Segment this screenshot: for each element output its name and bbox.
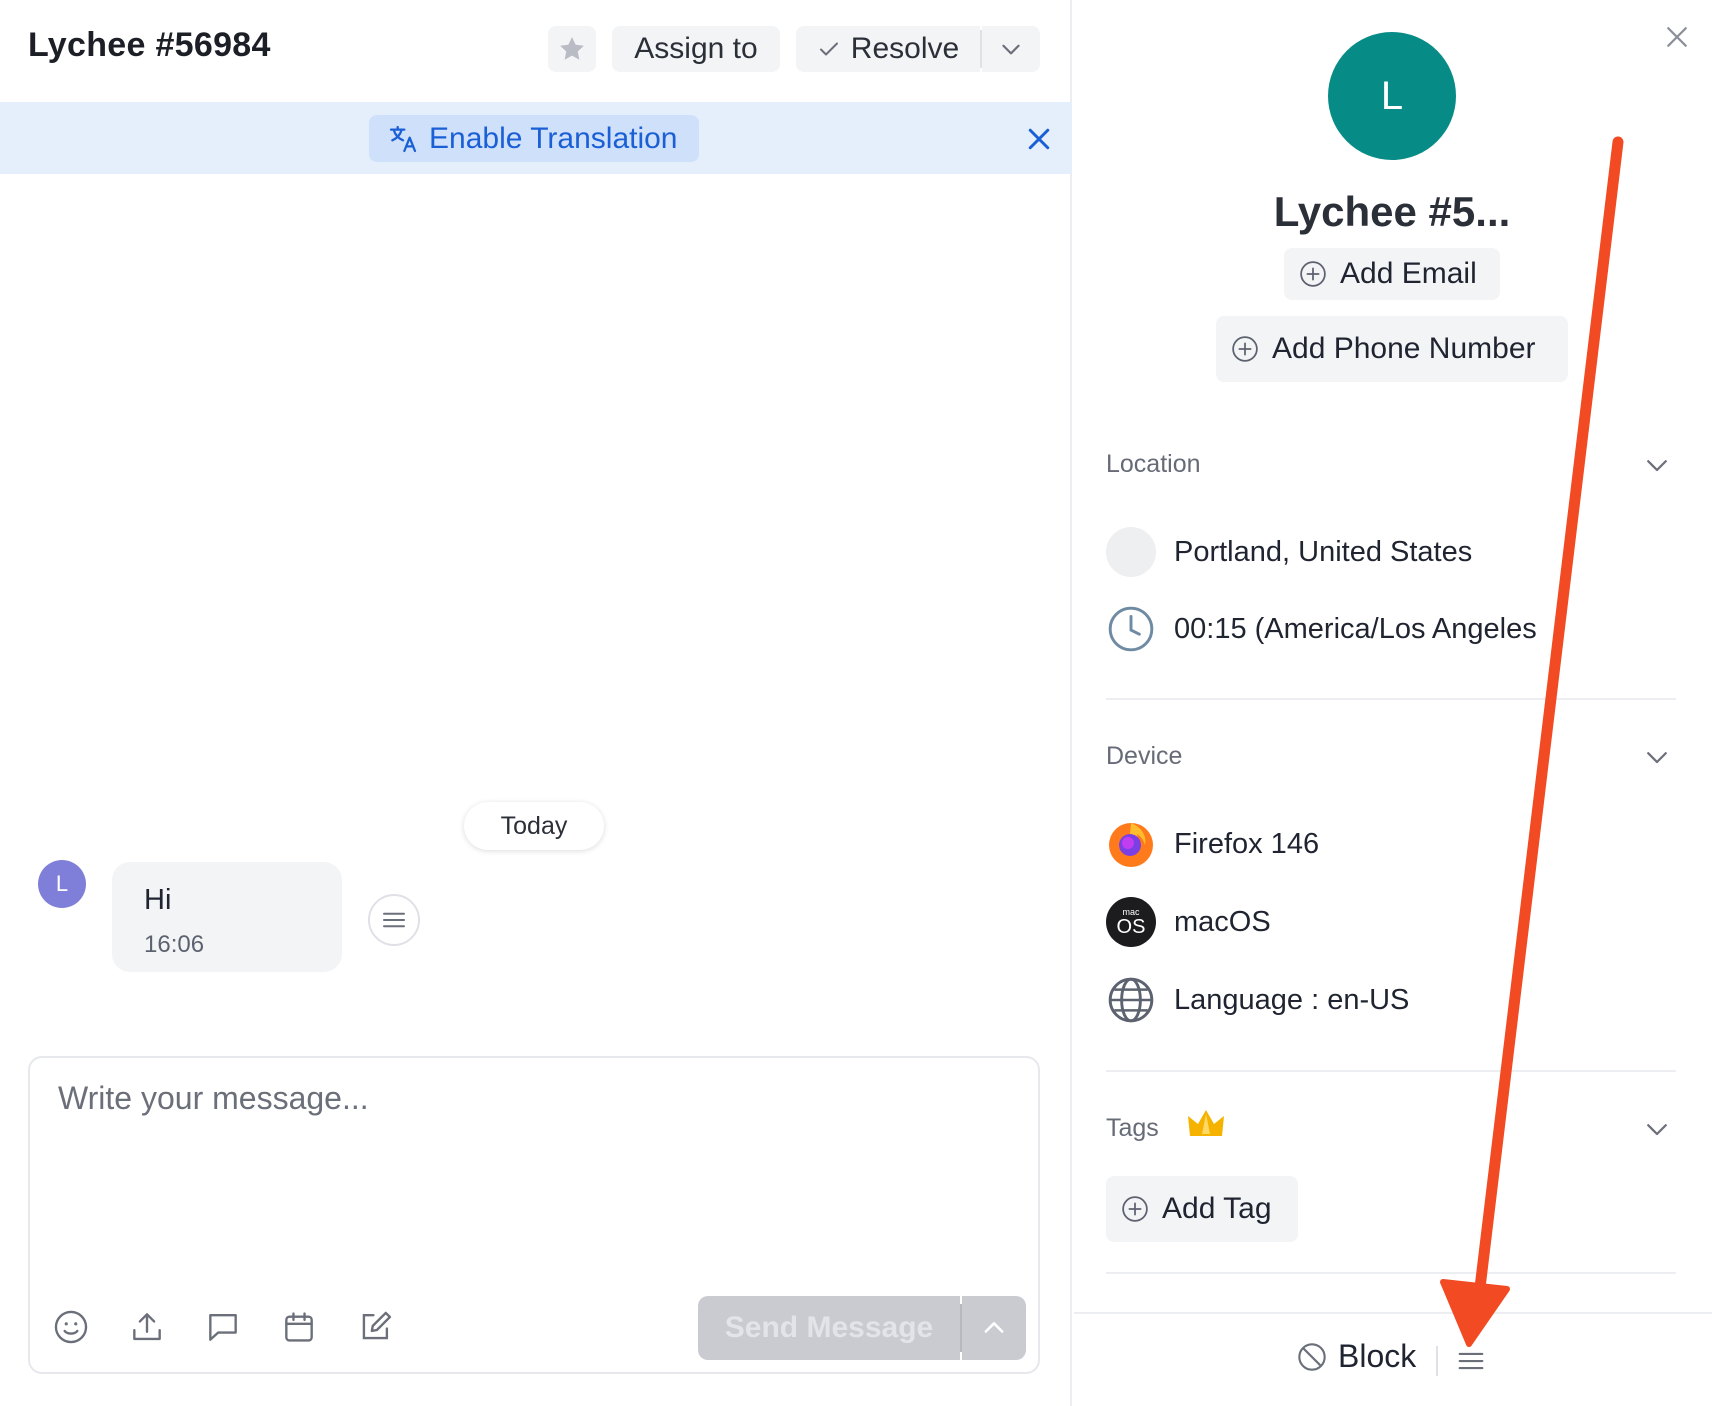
enable-translation-button[interactable]: Enable Translation [369,115,699,162]
clock-icon [1108,606,1154,652]
contact-name: Lychee #5... [1273,188,1511,235]
app-root: Lychee #56984 Assign to Resolve Enable T… [0,0,1712,1406]
send-options-button[interactable] [962,1296,1026,1360]
message-bubble: Hi 16:06 [112,862,342,972]
star-icon [560,37,584,60]
section-divider [1106,698,1676,700]
edit-icon[interactable] [356,1308,394,1346]
calendar-icon[interactable] [280,1308,318,1346]
contact-panel: L Lychee #5... Add Email Add Phone Numbe… [1074,0,1712,1406]
message-actions-button[interactable] [368,894,420,946]
resolve-label: Resolve [850,32,960,65]
location-section-title: Location [1106,450,1201,478]
macos-icon: mac OS [1106,897,1156,947]
section-divider [1106,1070,1676,1072]
device-chevron-down-icon[interactable] [1642,742,1672,772]
tags-crown-icon [1188,1110,1224,1136]
translate-icon [389,125,417,152]
menu-icon [383,912,405,928]
flag-icon [1106,527,1156,577]
message-time: 16:06 [144,931,205,958]
plus-circle-icon [1232,336,1258,362]
add-tag-label: Add Tag [1162,1192,1272,1225]
enable-translation-label: Enable Translation [429,121,678,155]
conversation-header: Lychee #56984 Assign to Resolve [0,0,1072,100]
star-button[interactable] [548,26,596,72]
globe-icon [1108,977,1154,1023]
language-row: Language : en-US [1106,975,1409,1025]
block-button[interactable]: Block [1296,1338,1416,1375]
chat-bubble-icon[interactable] [204,1308,242,1346]
check-icon [819,42,838,56]
browser-name: Firefox 146 [1174,827,1320,860]
conversation-title: Lychee #56984 [28,26,271,64]
emoji-icon[interactable] [52,1308,90,1346]
tags-section-title: Tags [1106,1114,1159,1142]
os-row: mac OS macOS [1106,897,1271,947]
section-divider [1106,1272,1676,1274]
contact-avatar: L [1328,32,1456,160]
upload-icon[interactable] [128,1308,166,1346]
chevron-down-icon [1002,44,1020,55]
resolve-button[interactable]: Resolve [796,26,980,72]
os-name: macOS [1174,905,1271,938]
close-panel-icon[interactable] [1662,22,1692,52]
add-tag-button[interactable]: Add Tag [1106,1176,1298,1242]
plus-circle-icon [1122,1196,1148,1222]
tags-chevron-down-icon[interactable] [1642,1114,1672,1144]
add-email-button[interactable]: Add Email [1284,248,1500,300]
message-avatar: L [38,860,86,908]
os-badge-bottom: OS [1116,915,1146,938]
plus-circle-icon [1300,261,1326,287]
location-row: Portland, United States [1106,527,1472,577]
add-phone-button[interactable]: Add Phone Number [1216,316,1568,382]
block-icon [1298,1342,1326,1371]
assign-to-button[interactable]: Assign to [612,26,780,72]
location-place: Portland, United States [1174,535,1473,568]
conversation-pane: Lychee #56984 Assign to Resolve Enable T… [0,0,1072,1406]
footer-separator [1436,1346,1438,1376]
send-message-button[interactable]: Send Message [698,1296,960,1360]
close-translation-icon[interactable] [1024,124,1054,154]
more-menu-icon[interactable] [1454,1344,1488,1378]
location-chevron-down-icon[interactable] [1642,450,1672,480]
block-label: Block [1338,1338,1417,1374]
language: Language : en-US [1174,983,1410,1016]
translation-banner: Enable Translation [0,102,1072,174]
chevron-up-icon [984,1322,1004,1333]
local-time-row: 00:15 (America/Los Angeles [1106,604,1537,654]
browser-row: Firefox 146 [1106,819,1319,869]
message-text: Hi [144,884,172,916]
date-separator: Today [464,802,604,850]
add-email-label: Add Email [1340,257,1477,290]
device-section-title: Device [1106,742,1183,770]
local-time: 00:15 (America/Los Angeles [1174,612,1537,645]
resolve-options-button[interactable] [982,26,1040,72]
add-phone-label: Add Phone Number [1272,332,1536,365]
firefox-icon [1109,823,1153,867]
message-input[interactable] [58,1080,998,1200]
